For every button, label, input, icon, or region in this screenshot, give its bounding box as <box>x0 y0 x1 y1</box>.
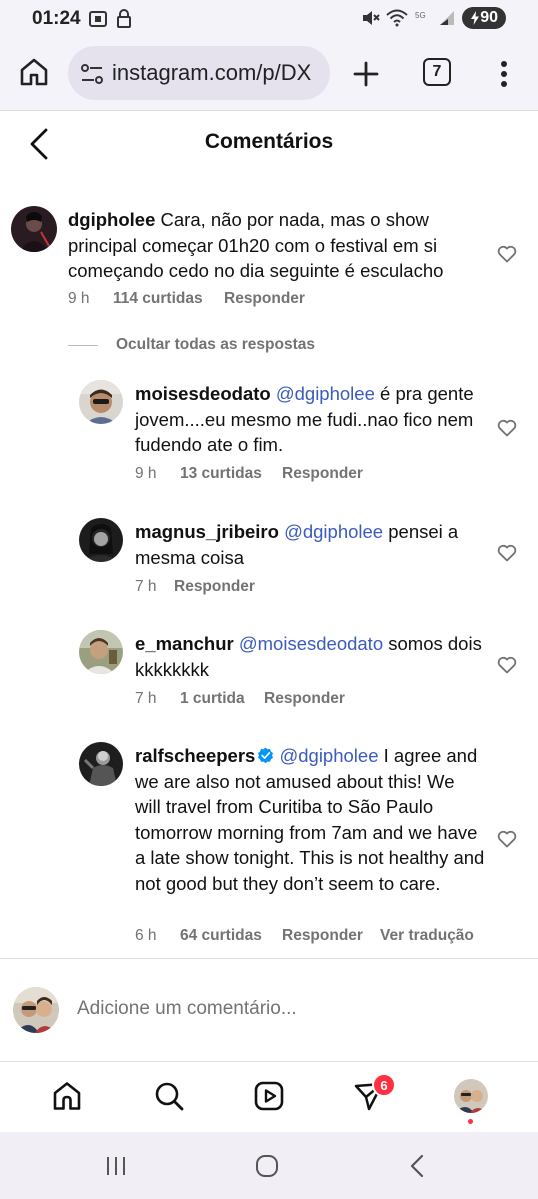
comment-time: 6 h <box>135 927 157 944</box>
reply-comment: magnus_jribeiro @dgipholee pensei a mesm… <box>0 508 538 608</box>
page-title: Comentários <box>204 130 334 153</box>
reply-comment: e_manchur @moisesdeodato somos dois kkkk… <box>0 620 538 720</box>
comment-time: 9 h <box>68 290 90 307</box>
avatar[interactable] <box>79 380 123 424</box>
lock-icon <box>117 9 131 28</box>
status-right: 5G 90 <box>360 7 506 29</box>
current-user-avatar <box>13 987 59 1033</box>
browser-home-icon[interactable] <box>18 56 50 88</box>
comment-time: 7 h <box>135 690 157 707</box>
comment-username[interactable]: ralfscheepers <box>135 745 255 766</box>
mention-link[interactable]: @moisesdeodato <box>239 633 383 654</box>
comment-meta: 7 h 1 curtida Responder <box>135 690 345 708</box>
battery-level: 90 <box>480 9 498 26</box>
status-left-icons <box>88 9 132 29</box>
comments-divider <box>0 958 538 959</box>
url-text[interactable]: instagram.com/p/DX <box>112 60 311 86</box>
avatar[interactable] <box>79 742 123 786</box>
status-time: 01:24 <box>32 8 81 29</box>
reels-icon[interactable] <box>253 1080 285 1112</box>
comment-username[interactable]: dgipholee <box>68 209 155 230</box>
comment-username[interactable]: moisesdeodato <box>135 383 271 404</box>
comment-meta: 7 h Responder <box>135 578 255 596</box>
notification-badge: 6 <box>372 1073 396 1097</box>
search-icon[interactable] <box>153 1080 185 1112</box>
comment-body: dgipholee Cara, não por nada, mas o show… <box>68 207 488 284</box>
reply-button[interactable]: Responder <box>282 927 380 945</box>
battery-indicator: 90 <box>462 7 506 29</box>
comment-meta: 9 h 114 curtidas Responder <box>68 290 305 308</box>
comments-header: Comentários <box>0 111 538 173</box>
system-back-icon[interactable] <box>406 1154 430 1178</box>
avatar[interactable] <box>79 518 123 562</box>
comment-input[interactable]: Adicione um comentário... <box>77 998 297 1020</box>
comment-meta: 6 h 64 curtidas Responder Ver tradução <box>135 927 474 945</box>
screenshot-icon <box>89 11 107 27</box>
hide-replies-toggle[interactable]: Ocultar todas as respostas <box>68 336 315 354</box>
comment-body: magnus_jribeiro @dgipholee pensei a mesm… <box>135 519 485 570</box>
reply-comment: ralfscheepers @dgipholee I agree and we … <box>0 732 538 952</box>
status-bar: 01:24 5G 90 <box>0 0 538 38</box>
translate-button[interactable]: Ver tradução <box>380 927 474 945</box>
comment-meta: 9 h 13 curtidas Responder <box>135 465 363 483</box>
like-heart-icon[interactable] <box>497 244 517 264</box>
avatar[interactable] <box>79 630 123 674</box>
bottom-navigation: 6 <box>0 1062 538 1132</box>
comment-time: 7 h <box>135 578 157 595</box>
like-heart-icon[interactable] <box>497 829 517 849</box>
like-heart-icon[interactable] <box>497 418 517 438</box>
mention-link[interactable]: @dgipholee <box>276 383 375 404</box>
signal-icon <box>440 11 455 25</box>
charging-icon <box>471 11 480 25</box>
browser-toolbar: instagram.com/p/DX 7 <box>0 38 538 110</box>
address-bar[interactable]: instagram.com/p/DX <box>68 46 330 100</box>
5g-icon: 5G <box>415 11 426 20</box>
comment-body: e_manchur @moisesdeodato somos dois kkkk… <box>135 631 485 682</box>
new-tab-icon[interactable] <box>350 58 382 90</box>
comment: dgipholee Cara, não por nada, mas o show… <box>0 195 538 320</box>
mention-link[interactable]: @dgipholee <box>284 521 383 542</box>
svg-text:5G: 5G <box>415 11 426 20</box>
reply-button[interactable]: Responder <box>264 690 345 708</box>
like-heart-icon[interactable] <box>497 655 517 675</box>
comment-likes[interactable]: 1 curtida <box>180 690 264 708</box>
comment-likes[interactable]: 64 curtidas <box>180 927 282 945</box>
hide-replies-line <box>68 344 98 346</box>
more-options-icon[interactable] <box>492 56 516 92</box>
reply-button[interactable]: Responder <box>174 578 255 596</box>
mute-icon <box>363 11 380 25</box>
reply-button[interactable]: Responder <box>224 290 305 308</box>
comment-text: I agree and we are also not amused about… <box>135 745 485 894</box>
avatar[interactable] <box>11 206 57 252</box>
comment-body: ralfscheepers @dgipholee I agree and we … <box>135 743 485 896</box>
profile-avatar[interactable] <box>454 1079 488 1113</box>
reply-comment: moisesdeodato @dgipholee é pra gente jov… <box>0 370 538 490</box>
wifi-icon <box>386 9 408 27</box>
home-circle-icon[interactable] <box>255 1154 279 1178</box>
verified-badge-icon <box>258 747 274 764</box>
recent-apps-icon[interactable] <box>104 1154 128 1178</box>
reply-button[interactable]: Responder <box>282 465 363 483</box>
home-icon[interactable] <box>51 1080 83 1112</box>
like-heart-icon[interactable] <box>497 543 517 563</box>
comment-likes[interactable]: 114 curtidas <box>113 290 224 308</box>
site-settings-icon[interactable] <box>80 63 104 85</box>
comment-body: moisesdeodato @dgipholee é pra gente jov… <box>135 381 485 458</box>
comment-time: 9 h <box>135 465 157 482</box>
mention-link[interactable]: @dgipholee <box>279 745 378 766</box>
tab-switcher-button[interactable]: 7 <box>423 58 451 86</box>
add-comment-bar[interactable]: Adicione um comentário... <box>0 960 538 1060</box>
tab-count: 7 <box>432 63 442 80</box>
hide-replies-label[interactable]: Ocultar todas as respostas <box>116 336 315 354</box>
system-navigation-bar <box>0 1132 538 1199</box>
comment-username[interactable]: e_manchur <box>135 633 234 654</box>
profile-activity-dot <box>468 1119 473 1124</box>
comment-likes[interactable]: 13 curtidas <box>180 465 282 483</box>
comment-username[interactable]: magnus_jribeiro <box>135 521 279 542</box>
